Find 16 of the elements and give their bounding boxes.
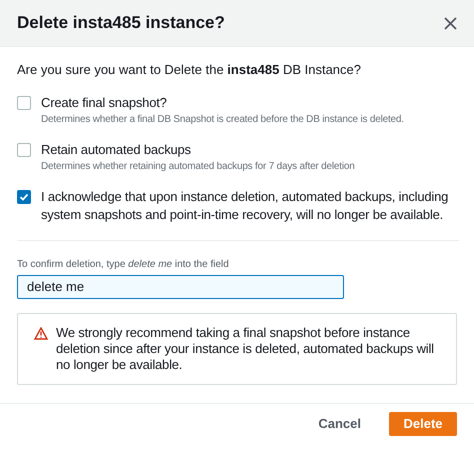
checkbox[interactable]	[17, 96, 31, 110]
option-description: Determines whether retaining automated backups for 7 days after deletion	[41, 160, 355, 174]
option-label: Retain automated backups	[41, 140, 192, 158]
option-description: Determines whether a final DB Snapshot is created before the DB instance is deleted.	[41, 112, 404, 126]
checkbox[interactable]	[17, 190, 31, 204]
checkbox[interactable]	[17, 142, 31, 156]
warning-icon	[34, 326, 48, 340]
confirm-input-field[interactable]: delete me	[17, 274, 344, 298]
dialog-title: Delete insta485 instance?	[17, 12, 225, 34]
cancel-button[interactable]: Cancel	[302, 412, 377, 436]
close-icon[interactable]	[444, 16, 457, 30]
option-label: I acknowledge that upon instance deletion, automated backups, including system snapshots and point-in-time recovery, will no longer be available.	[41, 188, 450, 224]
confirmation-question: Are you sure you want to Delete the insta485 DB Instance?	[17, 61, 362, 79]
option-label: Create final snapshot?	[41, 94, 168, 112]
warning-message: We strongly recommend taking a final snapshot before instance deletion since after your instance is deleted, automated backups will no longer be available.	[56, 324, 435, 372]
confirm-label: To confirm deletion, type delete me into the field	[17, 258, 230, 272]
